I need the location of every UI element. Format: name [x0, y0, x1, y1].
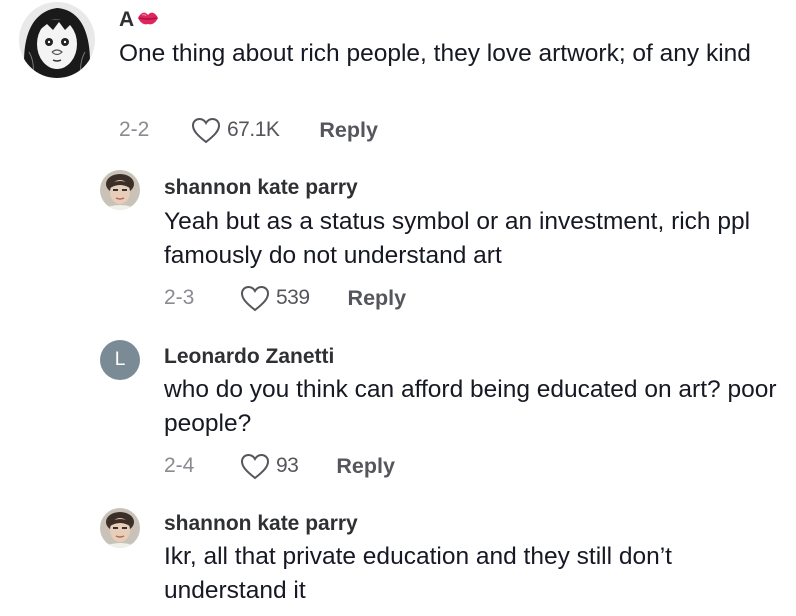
- reply-button[interactable]: Reply: [319, 118, 378, 143]
- comment-meta: 2-4 93 Reply: [164, 451, 395, 481]
- comment-text: Yeah but as a status symbol or an invest…: [164, 208, 751, 269]
- comment-reply: L Leonardo Zanetti who do you think can …: [0, 330, 796, 500]
- heart-outline-icon: [191, 117, 221, 144]
- comment-text: Ikr, all that private education and they…: [164, 543, 672, 604]
- avatar[interactable]: [100, 170, 140, 210]
- comment-text: One thing about rich people, they love a…: [119, 40, 751, 67]
- comment-date: 2-3: [164, 286, 195, 309]
- comment-text: who do you think can afford being educat…: [164, 376, 777, 437]
- avatar[interactable]: [100, 508, 140, 548]
- comment-username[interactable]: shannon kate parry: [164, 176, 358, 200]
- like-count: 93: [276, 454, 299, 477]
- comment-reply: shannon kate parry Yeah but as a status …: [0, 160, 796, 330]
- like-count: 67.1K: [227, 118, 280, 141]
- comment-meta: 2-2 67.1K Reply: [119, 115, 378, 145]
- like-button[interactable]: 539: [240, 285, 310, 312]
- like-count: 539: [276, 286, 310, 309]
- comment-username[interactable]: shannon kate parry: [164, 512, 358, 536]
- like-button[interactable]: 67.1K: [191, 117, 280, 144]
- avatar[interactable]: [19, 2, 95, 78]
- comment-thread: A One thing about rich people, they love…: [0, 0, 796, 616]
- comment-top-level: A One thing about rich people, they love…: [0, 0, 796, 160]
- heart-outline-icon: [240, 285, 270, 312]
- comment-username[interactable]: A: [119, 8, 159, 32]
- comment-meta: 2-3 539 Reply: [164, 283, 406, 313]
- avatar-initial: L: [114, 349, 126, 370]
- reply-button[interactable]: Reply: [348, 286, 407, 311]
- reply-button[interactable]: Reply: [336, 454, 395, 479]
- comment-reply: shannon kate parry Ikr, all that private…: [0, 498, 796, 616]
- comment-date: 2-2: [119, 118, 150, 141]
- comment-date: 2-4: [164, 454, 195, 477]
- comment-username[interactable]: Leonardo Zanetti: [164, 345, 334, 369]
- lips-emoji: [137, 8, 159, 32]
- avatar[interactable]: L: [100, 340, 140, 380]
- like-button[interactable]: 93: [240, 453, 299, 480]
- heart-outline-icon: [240, 453, 270, 480]
